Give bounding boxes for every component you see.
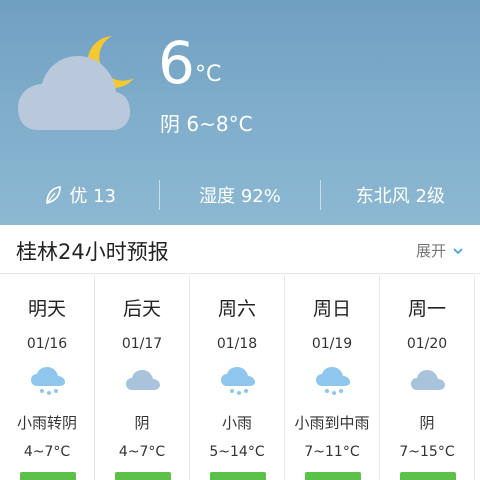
- humidity-value: 湿度 92%: [199, 186, 281, 207]
- forecast-header: 桂林24小时预报 展开: [0, 228, 480, 274]
- forecast-day[interactable]: 明天 01/16 小雨转阴 4~7°C: [0, 276, 95, 480]
- forecast-day[interactable]: 周一 01/20 阴 7~15°C: [380, 276, 475, 480]
- temperature-unit: °C: [195, 62, 222, 87]
- wind-value: 东北风 2级: [355, 186, 445, 207]
- expand-label: 展开: [415, 242, 446, 260]
- day-condition: 小雨转阴: [16, 414, 77, 432]
- day-name: 周日: [312, 298, 351, 320]
- day-condition: 小雨到中雨: [294, 414, 370, 432]
- day-temperature: 7~11°C: [304, 444, 360, 460]
- forecast-days[interactable]: 明天 01/16 小雨转阴 4~7°C 后天 01/17 阴 4~7°C 周六 …: [0, 276, 480, 480]
- aqi-badge: [210, 472, 266, 480]
- aqi-badge: [20, 472, 76, 480]
- forecast-day[interactable]: 周日 01/19 小雨到中雨 7~11°C: [285, 276, 380, 480]
- day-name: 周六: [217, 298, 256, 320]
- day-temperature: 5~14°C: [209, 444, 265, 460]
- day-date: 01/16: [26, 336, 68, 352]
- chevron-down-icon: [453, 247, 463, 254]
- cloud-icon: [411, 370, 445, 390]
- current-condition-range: 阴 6~8°C: [160, 112, 253, 136]
- forecast-day[interactable]: 周六 01/18 小雨 5~14°C: [190, 276, 285, 480]
- rain-cloud-icon: [221, 367, 255, 395]
- aqi-badge: [115, 472, 171, 480]
- rain-cloud-icon: [316, 367, 350, 395]
- air-quality: 优 13: [0, 176, 159, 214]
- wind: 东北风 2级: [321, 176, 480, 214]
- day-date: 01/20: [406, 336, 448, 352]
- leaf-icon: [46, 186, 62, 205]
- day-condition: 小雨: [221, 414, 252, 432]
- day-name: 明天: [27, 298, 66, 320]
- humidity: 湿度 92%: [160, 176, 319, 214]
- current-weather-panel: 6 °C 阴 6~8°C 优 13 湿度 92% 东北风 2级: [0, 0, 480, 225]
- forecast-title: 桂林24小时预报: [16, 239, 169, 264]
- day-condition: 阴: [419, 414, 435, 432]
- day-name: 周一: [407, 298, 446, 320]
- day-temperature: 4~7°C: [23, 444, 71, 460]
- day-date: 01/19: [311, 336, 353, 352]
- rain-cloud-icon: [31, 367, 65, 395]
- current-temperature: 6: [158, 29, 195, 97]
- cloud-icon: [126, 370, 160, 390]
- day-name: 后天: [122, 298, 161, 320]
- day-temperature: 7~15°C: [399, 444, 455, 460]
- aqi-badge: [305, 472, 361, 480]
- next-day-edge: [475, 276, 480, 480]
- forecast-day[interactable]: 后天 01/17 阴 4~7°C: [95, 276, 190, 480]
- day-condition: 阴: [134, 414, 150, 432]
- day-date: 01/17: [121, 336, 163, 352]
- air-quality-value: 优 13: [69, 186, 116, 207]
- day-temperature: 4~7°C: [118, 444, 166, 460]
- expand-button[interactable]: 展开: [416, 240, 464, 261]
- aqi-badge: [400, 472, 456, 480]
- weather-stats: 优 13 湿度 92% 东北风 2级: [0, 176, 480, 214]
- day-date: 01/18: [216, 336, 258, 352]
- cloudy-night-icon: [18, 36, 134, 130]
